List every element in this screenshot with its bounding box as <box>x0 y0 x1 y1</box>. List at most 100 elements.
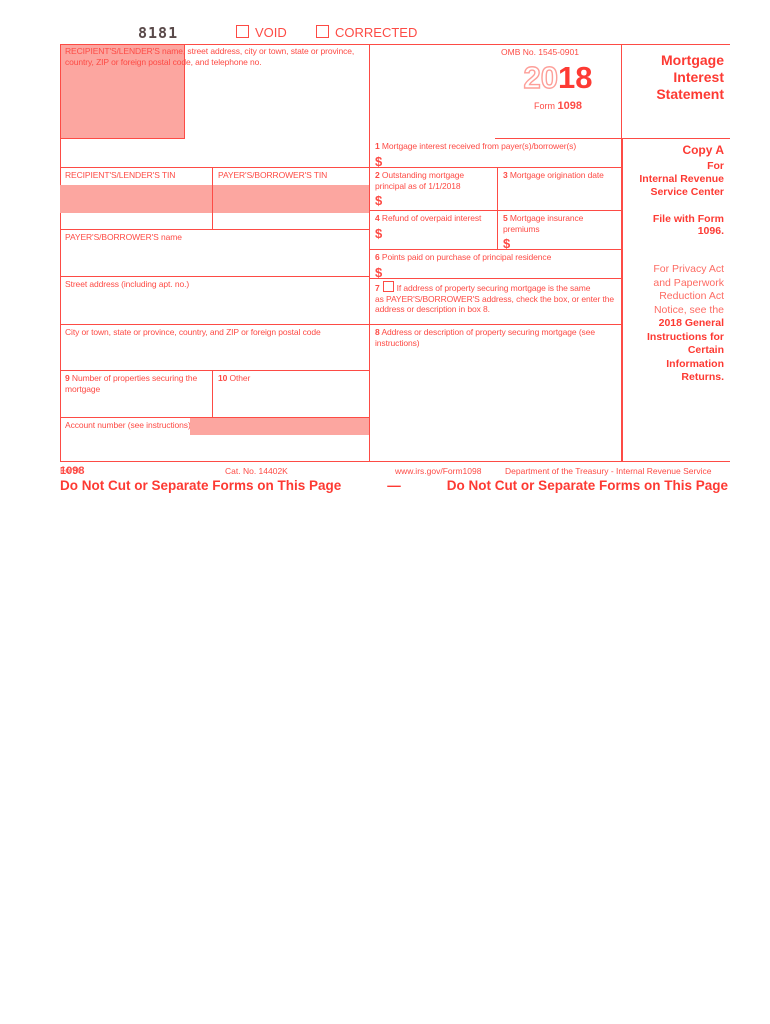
irs-line-2: Service Center <box>650 186 724 198</box>
box10-number: 10 <box>218 373 228 383</box>
footer-irs-url[interactable]: www.irs.gov/Form1098 <box>395 466 481 476</box>
box3-number: 3 <box>503 170 508 180</box>
form-top-marker-row: 8181 VOID CORRECTED <box>60 24 730 44</box>
corrected-checkbox-group[interactable]: CORRECTED <box>316 25 417 40</box>
box2-label: 2 Outstanding mortgage principal as of 1… <box>375 170 493 191</box>
do-not-cut-dash: — <box>387 478 401 493</box>
footer-catalog-number: Cat. No. 14402K <box>225 466 288 476</box>
box9-text: Number of properties securing the mortga… <box>65 373 198 394</box>
box6-points-paid[interactable]: 6 Points paid on purchase of principal r… <box>370 250 622 279</box>
omb-number-label: OMB No. 1545-0901 <box>501 47 579 57</box>
account-number-input[interactable] <box>190 418 369 435</box>
box4-label: 4 Refund of overpaid interest <box>375 213 493 224</box>
tax-year: 2018 <box>501 60 615 95</box>
street-address-label: Street address (including apt. no.) <box>65 279 190 289</box>
recipient-tin-input[interactable] <box>60 185 212 213</box>
copy-a-for-label: For <box>707 160 724 172</box>
box2-outstanding-principal[interactable]: 2 Outstanding mortgage principal as of 1… <box>370 168 498 211</box>
box5-label: 5 Mortgage insurance premiums <box>503 213 617 234</box>
box5-number: 5 <box>503 213 508 223</box>
privacy-act-line-1: For Privacy Act <box>653 263 724 275</box>
box3-origination-date[interactable]: 3 Mortgage origination date <box>498 168 622 211</box>
box8-text: Address or description of property secur… <box>375 327 595 348</box>
corrected-checkbox[interactable] <box>316 25 329 38</box>
form-title-line-1: Mortgage <box>661 52 724 68</box>
form-title: Mortgage Interest Statement <box>622 44 730 139</box>
privacy-act-line-8: Information <box>666 357 724 370</box>
box2-number: 2 <box>375 170 380 180</box>
form-title-line-2: Interest <box>673 69 724 85</box>
recipient-lender-name-field[interactable]: RECIPIENT'S/LENDER'S name, street addres… <box>60 44 370 168</box>
payer-tin-input[interactable] <box>213 185 369 213</box>
file-with-form-1096-note: File with Form 1096. <box>652 213 724 237</box>
box3-label: 3 Mortgage origination date <box>503 170 617 181</box>
privacy-act-line-6: Instructions for <box>646 330 724 343</box>
box7-same-address-checkbox-field[interactable]: 7 If address of property securing mortgag… <box>370 279 622 325</box>
recipient-tin-field[interactable]: RECIPIENT'S/LENDER'S TIN <box>60 168 213 230</box>
corrected-label: CORRECTED <box>335 25 418 40</box>
tax-year-suffix: 18 <box>558 60 593 95</box>
privacy-act-notice: For Privacy Act and Paperwork Reduction Ac… <box>627 263 724 385</box>
box7-text-b: as PAYER'S/BORROWER'S address, check the… <box>375 293 615 315</box>
void-checkbox[interactable] <box>236 25 249 38</box>
box6-label: 6 Points paid on purchase of principal r… <box>375 252 617 263</box>
box10-label: 10 Other <box>218 373 365 384</box>
footer-form-word: Form <box>60 465 80 475</box>
box9-number-of-properties-field[interactable]: 9 Number of properties securing the mort… <box>60 371 213 418</box>
payer-tin-label: PAYER'S/BORROWER'S TIN <box>218 170 328 180</box>
form-number: 1098 <box>557 100 582 112</box>
box7-checkbox[interactable] <box>382 281 394 292</box>
omb-year-box: OMB No. 1545-0901 2018 Form 1098 <box>495 44 622 139</box>
box8-property-address-field[interactable]: 8 Address or description of property sec… <box>370 325 622 462</box>
box1-mortgage-interest-received[interactable]: 1 Mortgage interest received from payer(… <box>370 139 622 168</box>
copy-a-instructions-column: Copy A For Internal Revenue Service Cent… <box>622 139 730 462</box>
privacy-act-line-2: and Paperwork <box>653 276 724 289</box>
street-address-field[interactable]: Street address (including apt. no.) <box>60 277 370 325</box>
box7-label: 7 If address of property securing mortgag… <box>375 281 617 294</box>
do-not-cut-left: Do Not Cut or Separate Forms on This Pag… <box>60 478 342 493</box>
box3-text: Mortgage origination date <box>509 170 604 180</box>
box6-currency-symbol: $ <box>375 264 383 279</box>
payer-name-label: PAYER'S/BORROWER'S name <box>65 232 182 242</box>
box8-number: 8 <box>375 327 380 337</box>
box5-mortgage-insurance-premiums[interactable]: 5 Mortgage insurance premiums $ <box>498 211 622 250</box>
privacy-act-line-9: Returns. <box>681 371 724 383</box>
do-not-cut-notice: Do Not Cut or Separate Forms on This Pag… <box>60 478 728 493</box>
box2-text: Outstanding mortgage principal as of 1/1… <box>375 170 465 191</box>
box4-number: 4 <box>375 213 380 223</box>
copy-a-heading: Copy A <box>682 143 724 157</box>
payer-name-field[interactable]: PAYER'S/BORROWER'S name <box>60 230 370 277</box>
box1-number: 1 <box>375 141 380 151</box>
tax-year-prefix: 20 <box>523 60 559 95</box>
do-not-cut-right: Do Not Cut or Separate Forms on This Pag… <box>446 478 728 493</box>
box8-label: 8 Address or description of property sec… <box>375 327 617 348</box>
box7-text-a: If address of property securing mortgage… <box>396 283 591 293</box>
box5-currency-symbol: $ <box>503 236 511 250</box>
payer-tin-field[interactable]: PAYER'S/BORROWER'S TIN <box>213 168 370 230</box>
form-word: Form <box>534 101 555 111</box>
box9-number: 9 <box>65 373 70 383</box>
footer-form-label: Form 1098 <box>60 465 84 477</box>
form-number-line: Form 1098 <box>501 100 615 112</box>
box6-number: 6 <box>375 252 380 262</box>
form-title-line-3: Statement <box>656 86 724 102</box>
box1-currency-symbol: $ <box>375 153 383 168</box>
box4-currency-symbol: $ <box>375 225 383 241</box>
privacy-act-line-7: Certain <box>687 344 724 356</box>
form-footer: Form 1098 Cat. No. 14402K www.irs.gov/Fo… <box>60 464 730 493</box>
recipient-tin-label: RECIPIENT'S/LENDER'S TIN <box>65 170 176 180</box>
form-1098-body: RECIPIENT'S/LENDER'S name, street addres… <box>60 44 730 462</box>
privacy-act-line-3: Reduction Act <box>659 290 724 302</box>
box10-other-field[interactable]: 10 Other <box>213 371 370 418</box>
city-state-zip-field[interactable]: City or town, state or province, country… <box>60 325 370 371</box>
account-number-field[interactable]: Account number (see instructions) <box>60 418 370 462</box>
privacy-act-line-4: Notice, see the <box>653 303 724 316</box>
city-state-zip-label: City or town, state or province, country… <box>65 327 321 337</box>
box4-text: Refund of overpaid interest <box>381 213 482 223</box>
box1-label: 1 Mortgage interest received from payer(… <box>375 141 617 152</box>
box1-text: Mortgage interest received from payer(s)… <box>381 141 577 151</box>
box4-refund-overpaid-interest[interactable]: 4 Refund of overpaid interest $ <box>370 211 498 250</box>
box7-number: 7 <box>375 283 380 293</box>
void-checkbox-group[interactable]: VOID <box>236 25 287 40</box>
box2-currency-symbol: $ <box>375 193 383 208</box>
